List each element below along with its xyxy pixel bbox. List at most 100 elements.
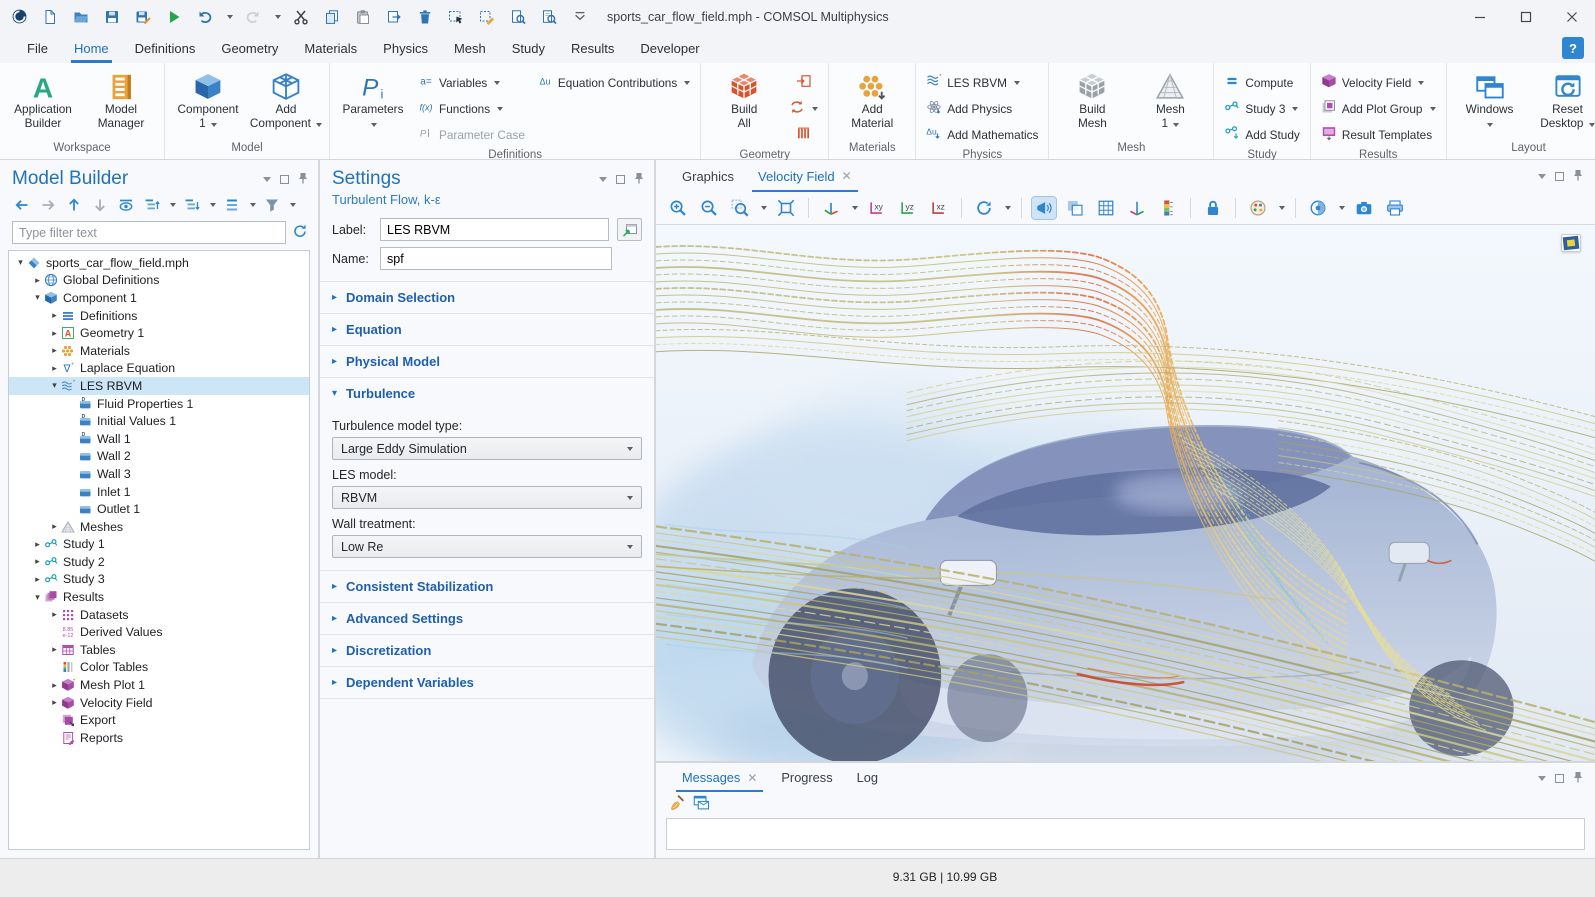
- tree-item-materials[interactable]: ▸Materials: [9, 342, 309, 360]
- tab-graphics[interactable]: Graphics: [670, 160, 746, 192]
- ribbon-button-parameters[interactable]: PiParameters: [336, 67, 410, 130]
- zoom-sel-icon[interactable]: [507, 6, 529, 28]
- close-tab-icon[interactable]: ✕: [842, 169, 852, 183]
- tree-item-color-tables[interactable]: Color Tables: [9, 659, 309, 677]
- tree-chevron-icon[interactable]: ▾: [32, 292, 43, 303]
- new-file-icon[interactable]: [39, 6, 61, 28]
- move-down-icon[interactable]: [90, 195, 110, 215]
- draw-rect-icon[interactable]: [476, 6, 498, 28]
- tree-item-reports[interactable]: Reports: [9, 729, 309, 747]
- tree-item-definitions[interactable]: ▸Definitions: [9, 307, 309, 325]
- tree-item-geometry-1[interactable]: ▸AGeometry 1: [9, 324, 309, 342]
- view-xy-icon[interactable]: xy: [865, 197, 889, 219]
- tree-chevron-icon[interactable]: ▸: [49, 328, 60, 339]
- section-consistent-stabilization[interactable]: ▸Consistent Stabilization: [320, 571, 654, 603]
- menu-tab-study[interactable]: Study: [499, 33, 558, 63]
- les-model-select[interactable]: RBVM: [332, 486, 642, 509]
- chevron-down-icon[interactable]: [290, 203, 296, 207]
- name-field[interactable]: [380, 247, 612, 270]
- panel-menu-icon[interactable]: [599, 177, 607, 182]
- tree-item-laplace-equation[interactable]: ▸∇*Laplace Equation: [9, 360, 309, 378]
- maximize-button[interactable]: [1503, 0, 1549, 33]
- paste-icon[interactable]: [352, 6, 374, 28]
- menu-tab-home[interactable]: Home: [61, 33, 122, 63]
- nav-fwd-icon[interactable]: [38, 195, 58, 215]
- float-icon[interactable]: [1555, 774, 1564, 783]
- tree-item-study-3[interactable]: ▸Study 3: [9, 571, 309, 589]
- ribbon-item-study-3[interactable]: Study 3: [1220, 97, 1303, 120]
- float-icon[interactable]: [616, 175, 625, 184]
- section-equation[interactable]: ▸Equation: [320, 314, 654, 346]
- ribbon-item-geom-import[interactable]: [785, 71, 822, 94]
- redo-icon[interactable]: [242, 6, 264, 28]
- tree-chevron-icon[interactable]: ▸: [32, 539, 43, 550]
- section-dependent-variables[interactable]: ▸Dependent Variables: [320, 667, 654, 699]
- view-yz-icon[interactable]: yz: [896, 197, 920, 219]
- move-up-icon[interactable]: [64, 195, 84, 215]
- help-button[interactable]: ?: [1562, 37, 1584, 59]
- view-xz-icon[interactable]: xz: [927, 197, 951, 219]
- tree-filter-input[interactable]: [12, 221, 286, 244]
- menu-tab-file[interactable]: File: [14, 33, 61, 63]
- chevron-down-icon[interactable]: [1005, 206, 1011, 210]
- menu-tab-developer[interactable]: Developer: [627, 33, 712, 63]
- snapshot-icon[interactable]: [1352, 197, 1376, 219]
- tab-progress[interactable]: Progress: [769, 763, 844, 792]
- rotate-icon[interactable]: [972, 197, 996, 219]
- color-legend-icon[interactable]: [1156, 197, 1180, 219]
- tree-chevron-icon[interactable]: ▸: [49, 697, 60, 708]
- ribbon-item-add-mathematics[interactable]: ΔuAdd Mathematics: [922, 123, 1042, 146]
- ribbon-item-result-templates[interactable]: Result Templates: [1317, 123, 1440, 146]
- chevron-down-icon[interactable]: [275, 15, 281, 19]
- tab-velocity-field[interactable]: Velocity Field✕: [746, 160, 864, 192]
- label-field[interactable]: [380, 218, 609, 241]
- ribbon-item-add-plot-group[interactable]: Add Plot Group: [1317, 97, 1440, 120]
- pin-icon[interactable]: [634, 172, 644, 187]
- collapse-all-icon[interactable]: [182, 195, 202, 215]
- minimize-button[interactable]: [1457, 0, 1503, 33]
- panel-menu-icon[interactable]: [263, 177, 271, 182]
- panel-menu-icon[interactable]: [1538, 776, 1546, 781]
- panel-menu-icon[interactable]: [1538, 174, 1546, 179]
- color-theme-icon[interactable]: [1246, 197, 1270, 219]
- menu-tab-mesh[interactable]: Mesh: [441, 33, 499, 63]
- section-physical-model[interactable]: ▸Physical Model: [320, 346, 654, 378]
- tree-chevron-icon[interactable]: ▾: [32, 592, 43, 603]
- chevron-down-icon[interactable]: [1279, 206, 1285, 210]
- tree-item-component-1[interactable]: ▾Component 1: [9, 289, 309, 307]
- ribbon-item-les-rbvm[interactable]: *LES RBVM: [922, 71, 1042, 94]
- undo-icon[interactable]: [194, 6, 216, 28]
- save-as-icon[interactable]: [132, 6, 154, 28]
- expand-all-icon[interactable]: [142, 195, 162, 215]
- tree-item-wall-1[interactable]: DWall 1: [9, 430, 309, 448]
- pin-icon[interactable]: [1573, 169, 1583, 184]
- open-file-icon[interactable]: [70, 6, 92, 28]
- filter-icon[interactable]: [262, 195, 282, 215]
- menu-tab-geometry[interactable]: Geometry: [208, 33, 291, 63]
- tree-item-mesh-plot-1[interactable]: ▸*Mesh Plot 1: [9, 676, 309, 694]
- condense-icon[interactable]: [222, 195, 242, 215]
- tree-item-export[interactable]: Export: [9, 711, 309, 729]
- go-to-view-icon[interactable]: [819, 197, 843, 219]
- tree-chevron-icon[interactable]: ▸: [32, 574, 43, 585]
- menu-tab-definitions[interactable]: Definitions: [122, 33, 209, 63]
- ribbon-button-model-manager[interactable]: ModelManager: [84, 67, 158, 130]
- axes-icon[interactable]: [1125, 197, 1149, 219]
- float-icon[interactable]: [280, 175, 289, 184]
- tree-chevron-icon[interactable]: ▸: [49, 644, 60, 655]
- menu-tab-physics[interactable]: Physics: [370, 33, 441, 63]
- tree-chevron-icon[interactable]: ▸: [32, 275, 43, 286]
- tree-item-fluid-properties-1[interactable]: DFluid Properties 1: [9, 395, 309, 413]
- run-icon[interactable]: [163, 6, 185, 28]
- zoom-box-icon[interactable]: [728, 197, 752, 219]
- refresh-icon[interactable]: [292, 223, 308, 242]
- messages-output-area[interactable]: [666, 818, 1585, 850]
- save-icon[interactable]: [101, 6, 123, 28]
- tree-chevron-icon[interactable]: ▸: [49, 310, 60, 321]
- broom-icon[interactable]: [668, 794, 685, 814]
- chevron-down-icon[interactable]: [761, 206, 767, 210]
- chevron-down-icon[interactable]: [250, 203, 256, 207]
- rename-button[interactable]: [617, 218, 642, 241]
- ribbon-item-add-study[interactable]: Add Study: [1220, 123, 1303, 146]
- tree-item-inlet-1[interactable]: Inlet 1: [9, 483, 309, 501]
